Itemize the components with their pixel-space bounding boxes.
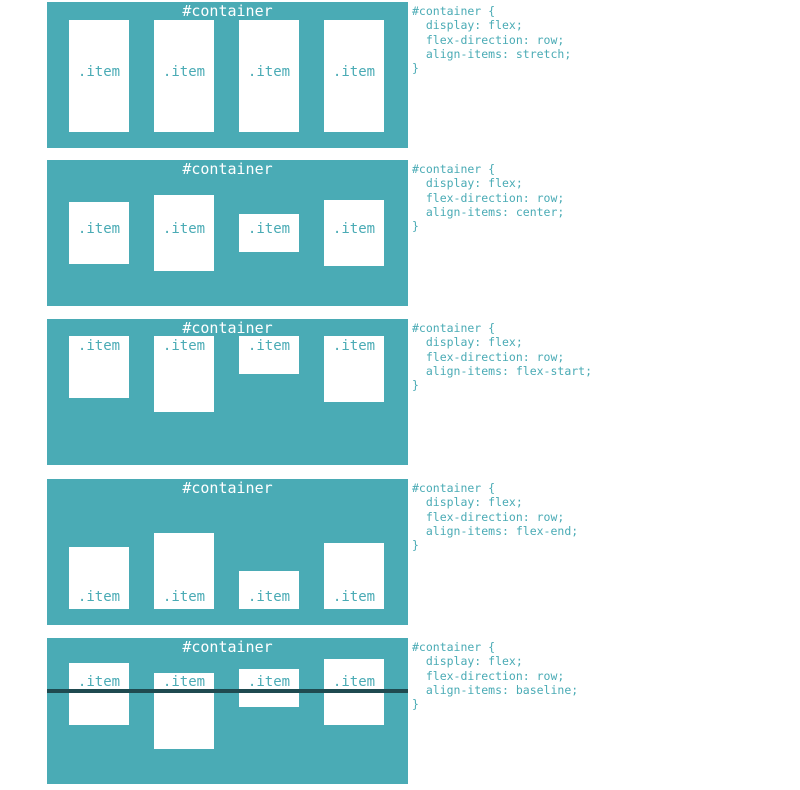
flex-container: #container .item .item .item .item	[47, 479, 408, 625]
flex-item: .item	[154, 336, 214, 412]
item-label: .item	[77, 221, 121, 237]
flex-item: .item	[239, 214, 299, 252]
item-label: .item	[77, 674, 121, 690]
item-label: .item	[332, 338, 376, 354]
item-label: .item	[247, 221, 291, 237]
example-center: #container .item .item .item .item #cont…	[0, 160, 800, 306]
item-label: .item	[247, 674, 291, 690]
css-code: #container { display: flex; flex-directi…	[412, 321, 593, 393]
flex-item: .item	[239, 20, 299, 132]
item-label: .item	[332, 221, 376, 237]
container-label: #container	[182, 319, 273, 337]
item-label: .item	[77, 589, 121, 605]
flex-item: .item	[239, 571, 299, 609]
example-flex-end: #container .item .item .item .item #cont…	[0, 479, 800, 625]
css-code: #container { display: flex; flex-directi…	[412, 640, 579, 712]
container-label: #container	[182, 2, 273, 20]
css-code: #container { display: flex; flex-directi…	[412, 4, 572, 76]
flex-item: .item	[239, 336, 299, 374]
container-label: #container	[182, 479, 273, 497]
flex-item: .item	[324, 20, 384, 132]
item-label: .item	[247, 589, 291, 605]
flex-item: .item	[324, 200, 384, 266]
flex-item: .item	[69, 547, 129, 609]
css-code: #container { display: flex; flex-directi…	[412, 162, 565, 234]
item-label: .item	[332, 589, 376, 605]
flex-container: #container .item .item .item .item	[47, 160, 408, 306]
flex-item: .item	[69, 202, 129, 264]
flex-item: .item	[324, 543, 384, 609]
flex-item: .item	[154, 195, 214, 271]
item-label: .item	[162, 338, 206, 354]
item-label: .item	[332, 64, 376, 80]
flex-item: .item	[69, 336, 129, 398]
example-stretch: #container .item .item .item .item #cont…	[0, 2, 800, 148]
flex-item: .item	[324, 336, 384, 402]
flex-item: .item	[69, 20, 129, 132]
item-label: .item	[77, 64, 121, 80]
container-label: #container	[182, 638, 273, 656]
example-flex-start: #container .item .item .item .item #cont…	[0, 319, 800, 465]
item-label: .item	[162, 221, 206, 237]
flex-item: .item	[239, 669, 299, 707]
flex-item: .item	[154, 533, 214, 609]
item-label: .item	[247, 338, 291, 354]
flex-item: .item	[154, 673, 214, 749]
css-code: #container { display: flex; flex-directi…	[412, 481, 579, 553]
container-label: #container	[182, 160, 273, 178]
example-baseline: #container .item .item .item .item #cont…	[0, 638, 800, 784]
item-label: .item	[162, 674, 206, 690]
flex-item: .item	[154, 20, 214, 132]
item-label: .item	[162, 589, 206, 605]
flex-item: .item	[69, 663, 129, 725]
flex-container: #container .item .item .item .item	[47, 319, 408, 465]
flex-container: #container .item .item .item .item	[47, 638, 408, 784]
item-label: .item	[162, 64, 206, 80]
item-label: .item	[332, 674, 376, 690]
item-label: .item	[247, 64, 291, 80]
flex-container: #container .item .item .item .item	[47, 2, 408, 148]
baseline-line	[47, 689, 408, 693]
item-label: .item	[77, 338, 121, 354]
